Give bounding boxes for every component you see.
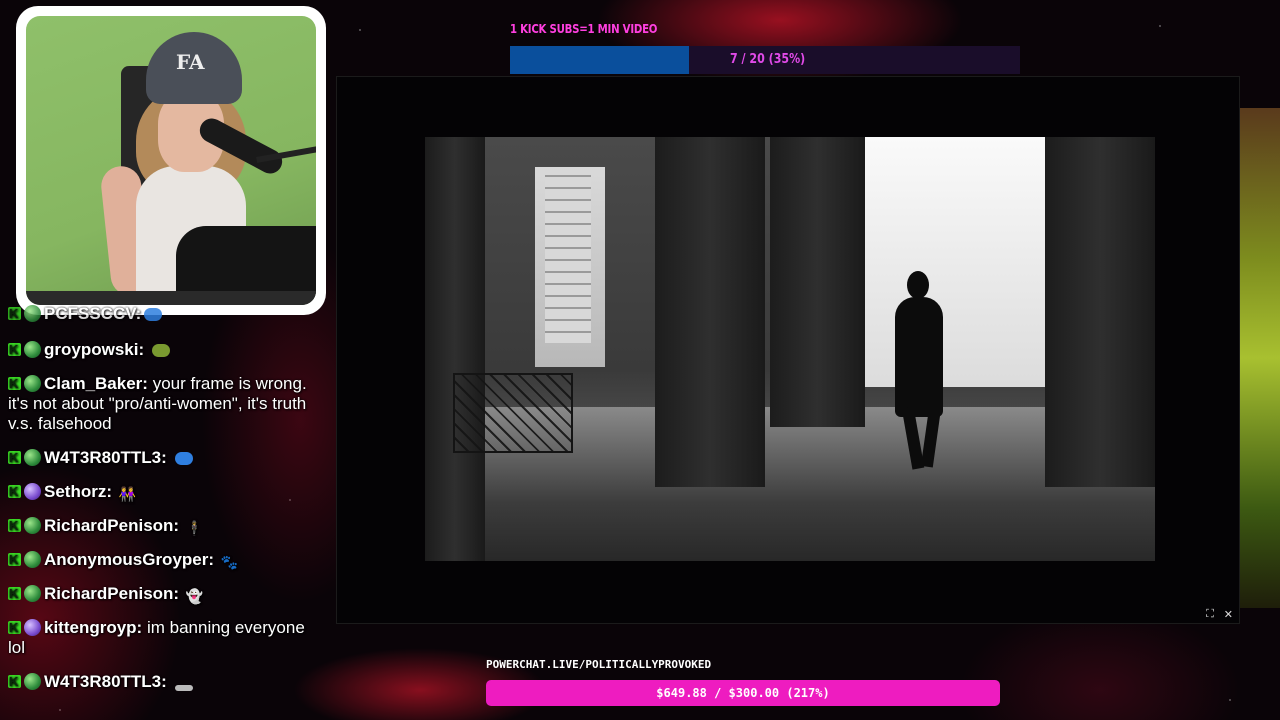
figure-emote-icon: 🕴 bbox=[185, 520, 204, 536]
globe-badge-icon bbox=[24, 517, 41, 534]
sub-goal-fill bbox=[510, 46, 689, 74]
chat-username[interactable]: W4T3R80TTL3: bbox=[44, 448, 167, 467]
chat-username[interactable]: Sethorz: bbox=[44, 482, 112, 501]
sub-goal-progress-text: 7 / 20 (35%) bbox=[730, 52, 806, 67]
chat-message: Clam_Baker: your frame is wrong. it's no… bbox=[8, 374, 308, 434]
powerchat-progress-text: $649.88 / $300.00 (217%) bbox=[656, 686, 830, 700]
frog-emote-icon bbox=[151, 344, 170, 357]
kick-badge-icon bbox=[8, 584, 21, 604]
kick-badge-icon bbox=[8, 516, 21, 536]
globe-badge-icon bbox=[24, 449, 41, 466]
chat-username[interactable]: PCFSSCCV: bbox=[44, 304, 141, 323]
globe-badge-icon bbox=[24, 341, 41, 358]
chat-message: PCFSSCCV: bbox=[8, 304, 308, 324]
video-frame[interactable] bbox=[425, 137, 1155, 561]
kick-badge-icon bbox=[8, 304, 21, 324]
chat-message: W4T3R80TTL3: bbox=[8, 672, 308, 692]
player-controls: ⛶ ✕ bbox=[1206, 608, 1233, 621]
chat-username[interactable]: RichardPenison: bbox=[44, 584, 179, 603]
video-figure-head bbox=[907, 271, 929, 299]
globe-badge-icon bbox=[24, 673, 41, 690]
video-pillar bbox=[425, 137, 485, 561]
webcam-frame: FA bbox=[16, 6, 326, 315]
cap-logo: FA bbox=[176, 50, 205, 74]
kick-badge-icon bbox=[8, 618, 21, 638]
chat-message: Sethorz: 👭 bbox=[8, 482, 308, 504]
people-emote-icon: 👭 bbox=[118, 486, 137, 502]
dog-emote-icon: 🐾 bbox=[220, 554, 239, 570]
chat-panel: PCFSSCCV: groypowski: Clam_Baker: your f… bbox=[0, 300, 330, 720]
globe-badge-icon bbox=[24, 619, 41, 636]
powerchat-url: POWERCHAT.LIVE/POLITICALLYPROVOKED bbox=[486, 658, 712, 671]
video-pillar bbox=[1045, 137, 1155, 487]
globe-badge-icon bbox=[24, 375, 41, 392]
chat-message: kittengroyp: im banning everyone lol bbox=[8, 618, 308, 658]
blue-blob-emote-icon bbox=[174, 452, 193, 465]
settings-icon[interactable]: ✕ bbox=[1224, 608, 1233, 621]
globe-badge-icon bbox=[24, 585, 41, 602]
chat-message: RichardPenison: 👻 bbox=[8, 584, 308, 606]
powerchat-goal-bar: $649.88 / $300.00 (217%) bbox=[486, 680, 1000, 706]
kick-badge-icon bbox=[8, 340, 21, 360]
chat-message: groypowski: bbox=[8, 340, 308, 360]
chat-message: W4T3R80TTL3: bbox=[8, 448, 308, 468]
fullscreen-icon[interactable]: ⛶ bbox=[1206, 608, 1214, 621]
kick-badge-icon bbox=[8, 672, 21, 692]
sub-goal-label: 1 KICK SUBS=1 MIN VIDEO bbox=[510, 22, 658, 36]
chat-username[interactable]: W4T3R80TTL3: bbox=[44, 672, 167, 691]
kick-badge-icon bbox=[8, 448, 21, 468]
kick-badge-icon bbox=[8, 374, 21, 394]
kick-badge-icon bbox=[8, 550, 21, 570]
globe-badge-icon bbox=[24, 483, 41, 500]
video-railing bbox=[453, 373, 573, 453]
video-pillar bbox=[655, 137, 765, 487]
chat-username[interactable]: Clam_Baker: bbox=[44, 374, 148, 393]
chat-username[interactable]: kittengroyp: bbox=[44, 618, 142, 637]
webcam-feed: FA bbox=[26, 16, 316, 305]
chat-username[interactable]: groypowski: bbox=[44, 340, 144, 359]
background-foliage bbox=[1240, 108, 1280, 608]
video-sky bbox=[865, 137, 1045, 387]
chat-username[interactable]: RichardPenison: bbox=[44, 516, 179, 535]
video-figure-body bbox=[895, 297, 943, 417]
kick-badge-icon bbox=[8, 482, 21, 502]
chat-message: AnonymousGroyper: 🐾 bbox=[8, 550, 308, 572]
video-player[interactable]: ⛶ ✕ bbox=[336, 76, 1240, 624]
globe-badge-icon bbox=[24, 305, 41, 322]
video-pillar bbox=[770, 137, 865, 427]
ghost-emote-icon: 👻 bbox=[185, 588, 204, 604]
grey-blob-emote-icon bbox=[174, 685, 193, 691]
blue-blob-emote-icon bbox=[144, 308, 163, 321]
chat-message: RichardPenison: 🕴 bbox=[8, 516, 308, 538]
chat-username[interactable]: AnonymousGroyper: bbox=[44, 550, 214, 569]
globe-badge-icon bbox=[24, 551, 41, 568]
video-building bbox=[545, 173, 591, 343]
